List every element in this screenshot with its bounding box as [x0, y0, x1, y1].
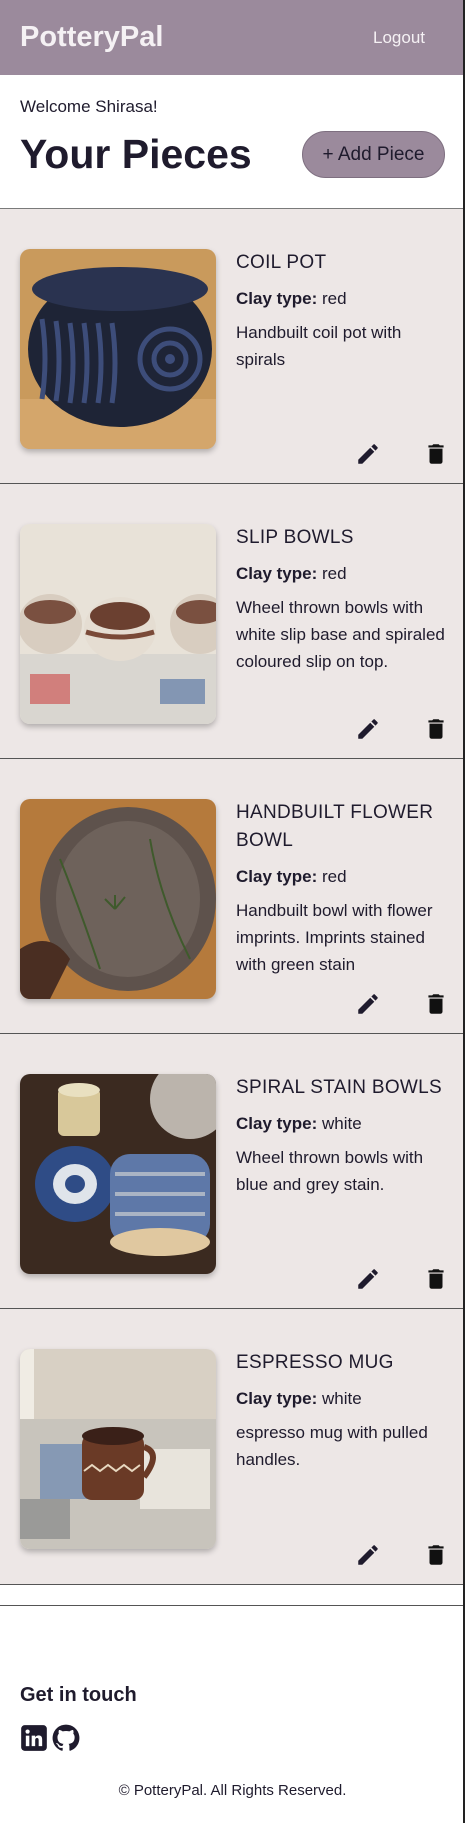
- piece-info: COIL POT Clay type: red Handbuilt coil p…: [236, 249, 453, 373]
- piece-actions: [355, 716, 449, 742]
- piece-info: ESPRESSO MUG Clay type: white espresso m…: [236, 1349, 453, 1473]
- trash-icon[interactable]: [423, 1266, 449, 1292]
- linkedin-icon[interactable]: [20, 1724, 48, 1752]
- piece-actions: [355, 1542, 449, 1568]
- add-piece-button[interactable]: + Add Piece: [302, 131, 445, 178]
- intro-section: Welcome Shirasa! Your Pieces + Add Piece: [0, 75, 465, 209]
- piece-photo: [20, 1349, 216, 1549]
- trash-icon[interactable]: [423, 991, 449, 1017]
- pencil-icon[interactable]: [355, 441, 381, 467]
- clay-value: red: [321, 289, 347, 308]
- piece-card: HANDBUILT FLOWER BOWL Clay type: red Han…: [0, 759, 465, 1034]
- piece-clay: Clay type: red: [236, 867, 453, 887]
- piece-photo: [20, 1074, 216, 1274]
- page-footer: Get in touch © PotteryPal. All Rights Re…: [0, 1605, 465, 1823]
- piece-card: COIL POT Clay type: red Handbuilt coil p…: [0, 209, 465, 484]
- piece-photo: [20, 799, 216, 999]
- clay-label: Clay type:: [236, 564, 318, 583]
- piece-clay: Clay type: red: [236, 289, 453, 309]
- piece-clay: Clay type: white: [236, 1389, 453, 1409]
- piece-info: SPIRAL STAIN BOWLS Clay type: white Whee…: [236, 1074, 453, 1198]
- app-header: PotteryPal Logout: [0, 0, 465, 75]
- piece-actions: [355, 991, 449, 1017]
- piece-card: SLIP BOWLS Clay type: red Wheel thrown b…: [0, 484, 465, 759]
- piece-photo: [20, 524, 216, 724]
- pencil-icon[interactable]: [355, 1266, 381, 1292]
- clay-label: Clay type:: [236, 289, 318, 308]
- clay-label: Clay type:: [236, 1389, 318, 1408]
- clay-label: Clay type:: [236, 1114, 318, 1133]
- copyright-text: © PotteryPal. All Rights Reserved.: [118, 1782, 347, 1799]
- piece-clay: Clay type: red: [236, 564, 453, 584]
- pencil-icon[interactable]: [355, 716, 381, 742]
- piece-card: SPIRAL STAIN BOWLS Clay type: white Whee…: [0, 1034, 465, 1309]
- piece-name: SLIP BOWLS: [236, 527, 354, 548]
- piece-name: ESPRESSO MUG: [236, 1352, 394, 1373]
- brand-logo[interactable]: PotteryPal: [20, 21, 163, 54]
- piece-actions: [355, 1266, 449, 1292]
- pieces-list: COIL POT Clay type: red Handbuilt coil p…: [0, 209, 465, 1585]
- page-title: Your Pieces: [20, 131, 252, 177]
- logout-link[interactable]: Logout: [373, 28, 425, 48]
- clay-value: white: [321, 1114, 362, 1133]
- piece-description: Handbuilt bowl with flower imprints. Imp…: [236, 901, 433, 974]
- piece-clay: Clay type: white: [236, 1114, 453, 1134]
- clay-value: red: [321, 564, 347, 583]
- trash-icon[interactable]: [423, 1542, 449, 1568]
- pencil-icon[interactable]: [355, 1542, 381, 1568]
- github-icon[interactable]: [52, 1724, 80, 1752]
- piece-card: ESPRESSO MUG Clay type: white espresso m…: [0, 1309, 465, 1585]
- piece-name: COIL POT: [236, 252, 327, 273]
- piece-description: espresso mug with pulled handles.: [236, 1423, 428, 1469]
- welcome-text: Welcome Shirasa!: [20, 97, 158, 116]
- get-in-touch-heading: Get in touch: [20, 1684, 137, 1706]
- piece-description: Handbuilt coil pot with spirals: [236, 323, 402, 369]
- piece-actions: [355, 441, 449, 467]
- piece-info: SLIP BOWLS Clay type: red Wheel thrown b…: [236, 524, 453, 675]
- trash-icon[interactable]: [423, 716, 449, 742]
- clay-value: white: [321, 1389, 362, 1408]
- clay-label: Clay type:: [236, 867, 318, 886]
- piece-info: HANDBUILT FLOWER BOWL Clay type: red Han…: [236, 799, 453, 978]
- piece-description: Wheel thrown bowls with white slip base …: [236, 598, 445, 671]
- piece-name: HANDBUILT FLOWER BOWL: [236, 802, 434, 851]
- title-row: Your Pieces + Add Piece: [20, 131, 445, 178]
- piece-name: SPIRAL STAIN BOWLS: [236, 1077, 443, 1098]
- piece-description: Wheel thrown bowls with blue and grey st…: [236, 1148, 424, 1194]
- clay-value: red: [321, 867, 347, 886]
- trash-icon[interactable]: [423, 441, 449, 467]
- social-links: [20, 1724, 80, 1752]
- piece-photo: [20, 249, 216, 449]
- pencil-icon[interactable]: [355, 991, 381, 1017]
